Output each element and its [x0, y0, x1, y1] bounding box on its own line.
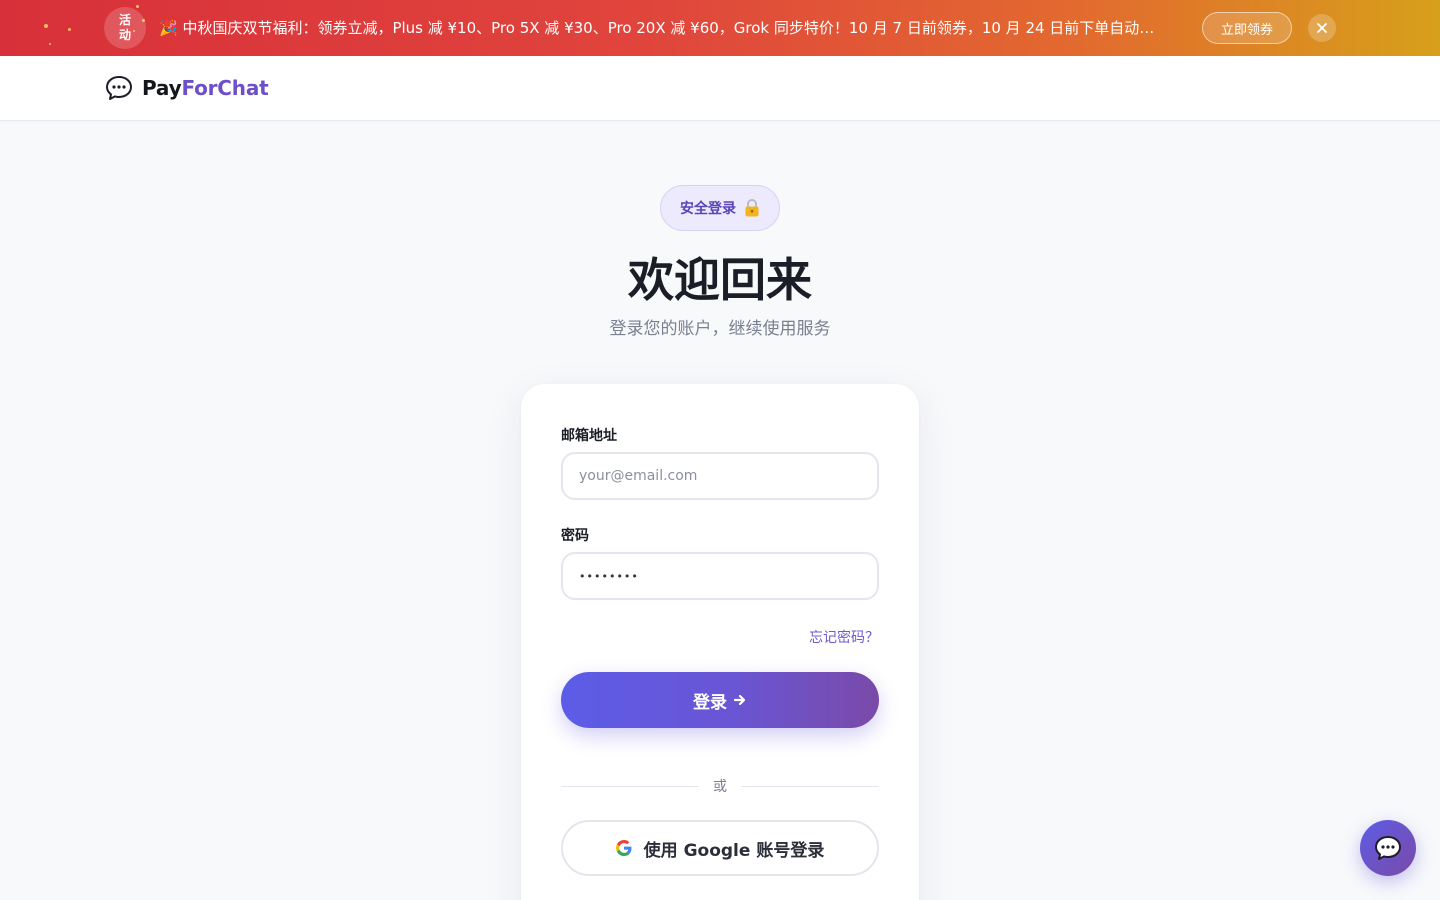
close-icon [1317, 23, 1327, 33]
logo[interactable]: PayForChat [104, 73, 269, 103]
speech-bubble-icon [106, 76, 132, 100]
google-login-button[interactable]: 使用 Google 账号登录 [561, 820, 879, 876]
google-icon [615, 840, 632, 856]
password-label: 密码 [561, 528, 589, 544]
logo-text: PayForChat [142, 76, 269, 100]
chat-bubble-icon [1375, 836, 1401, 860]
page-title: 欢迎回来 [628, 253, 812, 307]
promo-banner: 活动 🎉 中秋国庆双节福利：领券立减，Plus 减 ¥10、Pro 5X 减 ¥… [0, 0, 1440, 56]
close-banner-button[interactable] [1308, 14, 1336, 42]
or-label: 或 [713, 779, 727, 795]
secure-login-badge: 安全登录 [660, 185, 780, 231]
page-subtitle: 登录您的账户，继续使用服务 [609, 319, 831, 339]
email-input[interactable] [561, 452, 879, 500]
chat-support-button[interactable] [1360, 820, 1416, 876]
arrow-right-icon [733, 694, 746, 706]
google-login-label: 使用 Google 账号登录 [643, 840, 825, 861]
promo-badge: 活动 [104, 7, 146, 49]
login-button-label: 登录 [693, 692, 727, 713]
password-input[interactable] [561, 552, 879, 600]
divider-line [561, 785, 699, 787]
promo-text: 🎉 中秋国庆双节福利：领券立减，Plus 减 ¥10、Pro 5X 减 ¥30、… [159, 19, 1155, 37]
claim-coupon-button[interactable]: 立即领券 [1202, 12, 1292, 44]
login-card: 邮箱地址 密码 忘记密码？ 登录 或 使用 Google 账号登录 [521, 384, 919, 900]
login-button[interactable]: 登录 [561, 672, 879, 728]
secure-login-label: 安全登录 [680, 201, 736, 217]
or-divider: 或 [561, 776, 879, 796]
email-label: 邮箱地址 [561, 428, 617, 444]
forgot-password-link[interactable]: 忘记密码？ [809, 627, 879, 647]
lock-icon [745, 198, 759, 217]
divider-line [741, 785, 879, 787]
site-header: PayForChat [0, 56, 1440, 121]
